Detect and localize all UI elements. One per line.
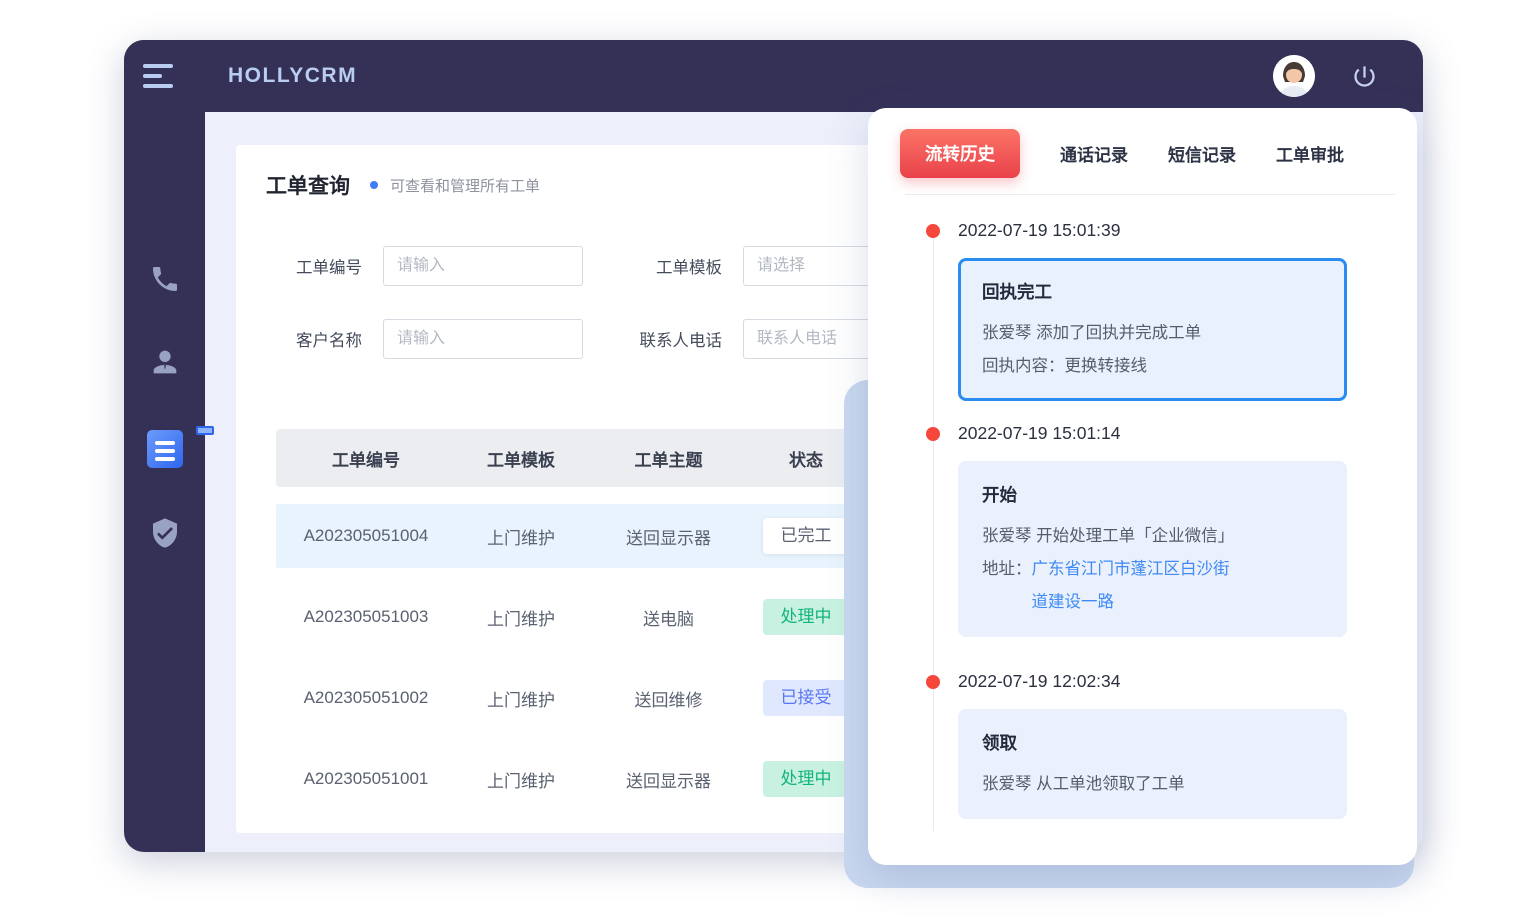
timeline-time: 2022-07-19 15:01:14: [958, 423, 1417, 444]
address-label: 地址：: [982, 553, 1032, 619]
timeline-card-title: 开始: [982, 482, 1323, 507]
page-subtitle: 可查看和管理所有工单: [390, 175, 540, 196]
timeline-card-line: 张爱琴 开始处理工单「企业微信」: [982, 520, 1323, 553]
power-icon[interactable]: [1351, 63, 1378, 90]
work-order-icon: [147, 430, 183, 468]
blue-dot-icon: [370, 181, 378, 189]
sidebar-item-work-orders[interactable]: [124, 430, 205, 468]
cell-order-id: A202305051001: [276, 769, 456, 789]
filter-label-customer: 客户名称: [266, 327, 362, 351]
timeline-card-start[interactable]: 开始 张爱琴 开始处理工单「企业微信」 地址： 广东省江门市蓬江区白沙街道建设一…: [958, 461, 1347, 637]
cell-template: 上门维护: [456, 605, 586, 630]
page-title: 工单查询: [266, 170, 350, 200]
top-bar: HOLLYCRM: [124, 40, 1423, 112]
cell-order-id: A202305051003: [276, 607, 456, 627]
col-subject: 工单主题: [586, 446, 751, 471]
timeline-time: 2022-07-19 15:01:39: [958, 220, 1417, 241]
sidebar-item-calls[interactable]: [124, 263, 205, 300]
status-badge: 处理中: [763, 599, 849, 635]
phone-icon: [149, 263, 181, 300]
timeline-dot-icon: [926, 427, 940, 441]
filter-label-phone: 联系人电话: [609, 327, 722, 351]
cell-order-id: A202305051004: [276, 526, 456, 546]
cell-template: 上门维护: [456, 686, 586, 711]
timeline: 2022-07-19 15:01:39 回执完工 张爱琴 添加了回执并完成工单 …: [868, 195, 1417, 819]
screenshot-stage: HOLLYCRM 工单查询: [0, 0, 1517, 915]
timeline-card-claim[interactable]: 领取 张爱琴 从工单池领取了工单: [958, 709, 1347, 819]
tab-call-records[interactable]: 通话记录: [1060, 141, 1128, 166]
cell-subject: 送回维修: [586, 686, 751, 711]
tab-flow-history[interactable]: 流转历史: [900, 129, 1020, 178]
timeline-card-line: 回执内容：更换转接线: [982, 350, 1323, 383]
cell-order-id: A202305051002: [276, 688, 456, 708]
timeline-dot-icon: [926, 224, 940, 238]
order-id-input[interactable]: [383, 246, 583, 286]
customer-name-input[interactable]: [383, 319, 583, 359]
shield-check-icon: [149, 517, 181, 554]
cell-template: 上门维护: [456, 524, 586, 549]
cell-subject: 送电脑: [586, 605, 751, 630]
timeline-entry: 2022-07-19 15:01:39 回执完工 张爱琴 添加了回执并完成工单 …: [868, 220, 1417, 401]
timeline-card-receipt-done[interactable]: 回执完工 张爱琴 添加了回执并完成工单 回执内容：更换转接线: [958, 258, 1347, 401]
timeline-dot-icon: [926, 675, 940, 689]
tab-approval[interactable]: 工单审批: [1276, 141, 1344, 166]
brand-logo: HOLLYCRM: [228, 64, 357, 88]
sidebar: [124, 40, 205, 852]
menu-icon[interactable]: [143, 64, 175, 88]
timeline-entry: 2022-07-19 15:01:14 开始 张爱琴 开始处理工单「企业微信」 …: [868, 423, 1417, 637]
address-link[interactable]: 广东省江门市蓬江区白沙街道建设一路: [1032, 553, 1238, 619]
history-panel: 流转历史 通话记录 短信记录 工单审批 2022-07-19 15:01:39 …: [868, 108, 1417, 865]
sidebar-item-security[interactable]: [124, 517, 205, 554]
cell-subject: 送回显示器: [586, 524, 751, 549]
col-template: 工单模板: [456, 446, 586, 471]
tab-sms-records[interactable]: 短信记录: [1168, 141, 1236, 166]
timeline-card-line: 张爱琴 从工单池领取了工单: [982, 768, 1323, 801]
avatar[interactable]: [1273, 55, 1315, 97]
timeline-card-title: 回执完工: [982, 279, 1323, 304]
filter-label-order-id: 工单编号: [266, 254, 362, 278]
col-order-id: 工单编号: [276, 446, 456, 471]
filter-label-template: 工单模板: [609, 254, 722, 278]
status-badge: 处理中: [763, 761, 849, 797]
timeline-card-title: 领取: [982, 730, 1323, 755]
cell-template: 上门维护: [456, 767, 586, 792]
cell-subject: 送回显示器: [586, 767, 751, 792]
timeline-entry: 2022-07-19 12:02:34 领取 张爱琴 从工单池领取了工单: [868, 671, 1417, 819]
panel-tabs: 流转历史 通话记录 短信记录 工单审批: [868, 108, 1417, 178]
status-badge: 已接受: [763, 680, 849, 716]
timeline-card-line: 张爱琴 添加了回执并完成工单: [982, 317, 1323, 350]
contact-icon: [148, 345, 182, 384]
status-badge: 已完工: [763, 518, 849, 554]
timeline-time: 2022-07-19 12:02:34: [958, 671, 1417, 692]
sidebar-item-contacts[interactable]: [124, 345, 205, 384]
